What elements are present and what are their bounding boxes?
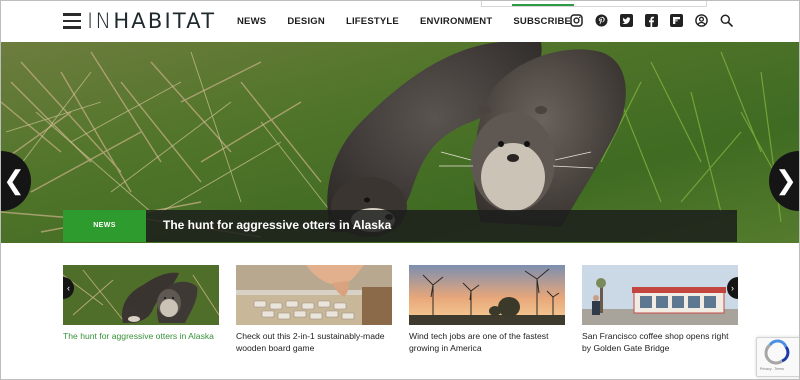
social-icons bbox=[570, 14, 745, 27]
logo-in: IN bbox=[87, 9, 114, 33]
facebook-icon[interactable] bbox=[645, 14, 658, 27]
hero-caption[interactable]: NEWS The hunt for aggressive otters in A… bbox=[63, 210, 737, 242]
site-header: INHABITAT NEWS DESIGN LIFESTYLE ENVIRONM… bbox=[1, 1, 799, 42]
nav-design[interactable]: DESIGN bbox=[287, 16, 325, 27]
account-icon[interactable] bbox=[695, 14, 708, 27]
article-card[interactable]: The hunt for aggressive otters in Alaska bbox=[63, 265, 219, 342]
article-thumbnail-coffee-shop[interactable] bbox=[582, 265, 738, 325]
article-title[interactable]: The hunt for aggressive otters in Alaska bbox=[63, 330, 219, 342]
instagram-icon[interactable] bbox=[570, 14, 583, 27]
article-card[interactable]: Wind tech jobs are one of the fastest gr… bbox=[409, 265, 565, 354]
nav-news[interactable]: NEWS bbox=[237, 16, 266, 27]
page-frame: INHABITAT NEWS DESIGN LIFESTYLE ENVIRONM… bbox=[0, 0, 800, 380]
twitter-icon[interactable] bbox=[620, 14, 633, 27]
article-title[interactable]: San Francisco coffee shop opens right by… bbox=[582, 330, 738, 354]
nav-subscribe[interactable]: SUBSCRIBE bbox=[513, 16, 571, 27]
menu-hamburger-icon[interactable] bbox=[63, 13, 81, 29]
logo-habitat: HABITAT bbox=[113, 9, 217, 33]
article-thumbnail-otters[interactable] bbox=[63, 265, 219, 325]
notification-progress bbox=[512, 4, 574, 6]
article-thumbnail-wind-turbines[interactable] bbox=[409, 265, 565, 325]
flipboard-icon[interactable] bbox=[670, 14, 683, 27]
article-title[interactable]: Check out this 2-in-1 sustainably-made w… bbox=[236, 330, 392, 354]
recaptcha-label[interactable]: Privacy - Terms bbox=[760, 367, 784, 371]
article-card[interactable]: Check out this 2-in-1 sustainably-made w… bbox=[236, 265, 392, 354]
hero-title[interactable]: The hunt for aggressive otters in Alaska bbox=[163, 218, 391, 232]
nav-environment[interactable]: ENVIRONMENT bbox=[420, 16, 492, 27]
search-icon[interactable] bbox=[720, 14, 733, 27]
site-logo[interactable]: INHABITAT bbox=[87, 9, 216, 33]
main-nav: NEWS DESIGN LIFESTYLE ENVIRONMENT SUBSCR… bbox=[237, 16, 592, 27]
article-card[interactable]: San Francisco coffee shop opens right by… bbox=[582, 265, 738, 354]
hero-category-badge[interactable]: NEWS bbox=[63, 210, 146, 242]
recaptcha-badge[interactable]: Privacy - Terms bbox=[756, 337, 799, 377]
notification-bar bbox=[481, 1, 707, 7]
article-thumbnail-board-game[interactable] bbox=[236, 265, 392, 325]
pinterest-icon[interactable] bbox=[595, 14, 608, 27]
article-title[interactable]: Wind tech jobs are one of the fastest gr… bbox=[409, 330, 565, 354]
recaptcha-icon bbox=[764, 339, 790, 365]
nav-lifestyle[interactable]: LIFESTYLE bbox=[346, 16, 399, 27]
